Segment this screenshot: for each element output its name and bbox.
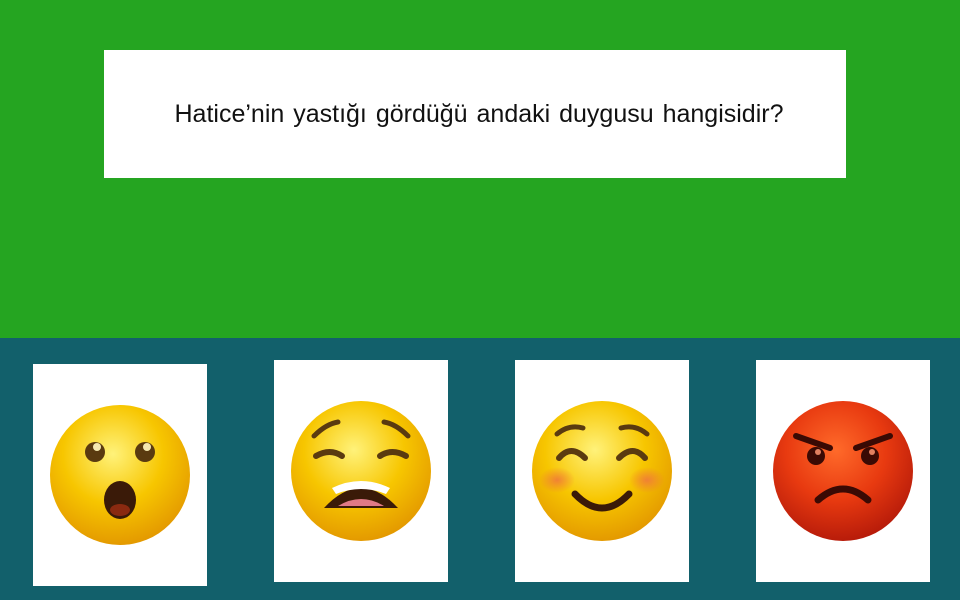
surprised-face-icon <box>50 405 190 545</box>
question-text: Hatice’nin yastığı gördüğü andaki duygus… <box>174 99 784 128</box>
question-box: Hatice’nin yastığı gördüğü andaki duygus… <box>104 50 846 178</box>
option-card-angry[interactable] <box>756 360 930 582</box>
option-card-weary[interactable] <box>274 360 448 582</box>
smiling-blushing-face-icon <box>532 401 672 541</box>
weary-face-icon <box>291 401 431 541</box>
angry-face-icon <box>773 401 913 541</box>
option-card-happy[interactable] <box>515 360 689 582</box>
option-card-surprised[interactable] <box>33 364 207 586</box>
